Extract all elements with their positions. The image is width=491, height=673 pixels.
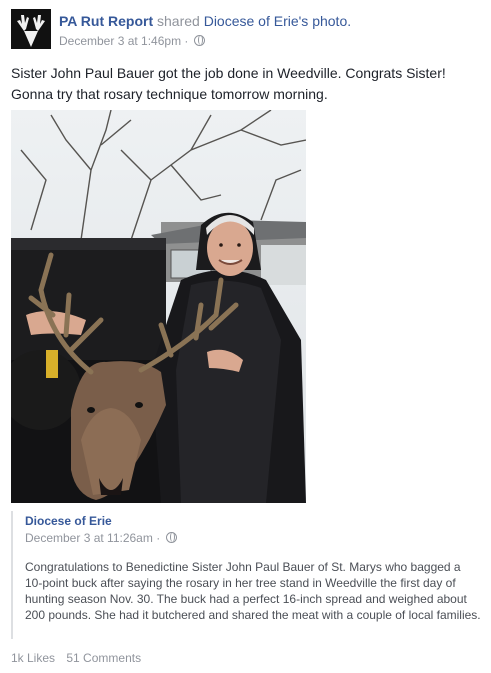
deer-antler-logo-icon (11, 9, 51, 49)
original-post-quote: Diocese of Erie December 3 at 11:26am · … (11, 511, 481, 639)
post-meta: December 3 at 1:46pm · (59, 33, 205, 49)
meta-separator: · (156, 531, 161, 545)
comments-count-link[interactable]: 51 Comments (66, 651, 141, 665)
page-avatar[interactable] (11, 9, 51, 49)
public-globe-icon[interactable] (193, 35, 205, 46)
meta-separator: · (184, 34, 189, 48)
post-header: PA Rut Report shared Diocese of Erie's p… (59, 12, 351, 30)
nun-with-deer-photo (11, 110, 306, 503)
public-globe-icon[interactable] (165, 532, 177, 543)
post-caption: Sister John Paul Bauer got the job done … (11, 65, 446, 102)
post-photo[interactable] (11, 110, 306, 503)
feed-post: PA Rut Report shared Diocese of Erie's p… (0, 0, 491, 673)
page-name-link[interactable]: PA Rut Report (59, 13, 153, 29)
post-timestamp[interactable]: December 3 at 1:46pm (59, 34, 181, 48)
original-page-name-link[interactable]: Diocese of Erie (25, 514, 112, 528)
likes-count-link[interactable]: 1k Likes (11, 651, 55, 665)
shared-photo-link[interactable]: Diocese of Erie's photo. (204, 13, 351, 29)
shared-text: shared (157, 13, 200, 29)
original-post-timestamp[interactable]: December 3 at 11:26am (25, 531, 153, 545)
original-post-meta: December 3 at 11:26am · (25, 531, 177, 545)
post-stats: 1k Likes 51 Comments (11, 651, 141, 665)
original-post-text: Congratulations to Benedictine Sister Jo… (25, 560, 481, 622)
